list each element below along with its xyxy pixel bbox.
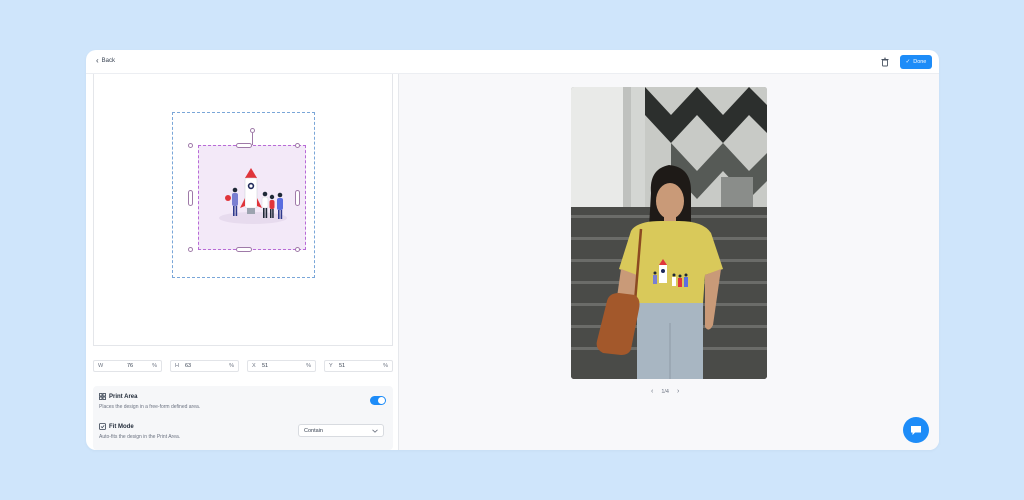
check-icon: ✓ [905,59,911,65]
preview-pager: ‹ 1/4 › [651,388,679,395]
resize-handle-left[interactable] [188,190,193,206]
resize-handle-top-right[interactable] [295,143,300,148]
fit-mode-description: Auto-fits the design in the Print Area. [99,434,181,440]
placement-options: Print Area Places the design in a free-f… [93,386,393,450]
resize-handle-right[interactable] [295,190,300,206]
fit-mode-icon [99,423,106,430]
design-canvas[interactable] [93,74,393,346]
x-label: X [252,363,256,369]
resize-handle-top-left[interactable] [188,143,193,148]
print-area-description: Places the design in a free-form defined… [99,404,201,410]
fit-mode-selected: Contain [304,427,323,434]
fit-mode-title: Fit Mode [99,423,134,430]
rocket-team-illustration [219,168,287,224]
chevron-left-icon: ‹ [96,56,99,65]
back-button[interactable]: ‹ Back [96,57,115,65]
y-field[interactable]: Y 51 % [324,360,393,372]
y-value: 51 [339,363,346,369]
chat-icon [911,425,921,435]
rotate-handle[interactable] [250,128,255,133]
resize-handle-bottom-right[interactable] [295,247,300,252]
print-area-title: Print Area [99,393,137,400]
chevron-down-icon [372,429,378,433]
print-area-toggle[interactable] [370,396,386,405]
dimension-fields: W 76 % H 63 % X 51 % Y 51 % [93,360,393,372]
y-unit: % [383,363,388,369]
resize-handle-top[interactable] [236,143,252,148]
height-label: H [175,363,179,369]
height-unit: % [229,363,234,369]
x-value: 51 [262,363,269,369]
trash-icon[interactable] [880,57,890,67]
mockup-photo [571,87,767,379]
resize-handle-bottom[interactable] [236,247,252,252]
width-field[interactable]: W 76 % [93,360,162,372]
done-button[interactable]: ✓ Done [900,55,932,69]
width-label: W [98,363,104,369]
page-indicator: 1/4 [661,388,669,395]
chevron-left-icon[interactable]: ‹ [651,388,653,395]
print-area-label: Print Area [109,393,138,400]
width-unit: % [152,363,157,369]
x-field[interactable]: X 51 % [247,360,316,372]
fit-mode-label: Fit Mode [109,423,134,430]
editor-panel: W 76 % H 63 % X 51 % Y 51 % Print Area P… [86,74,399,450]
height-value: 63 [185,363,192,369]
width-value: 76 [126,363,134,369]
editor-window: ‹ Back ✓ Done W 76 % H 63 % X 51 % Y 51 … [86,50,939,450]
chevron-right-icon[interactable]: › [677,388,679,395]
top-bar: ‹ Back ✓ Done [86,50,939,74]
back-label: Back [101,58,116,64]
done-label: Done [913,59,927,65]
fit-mode-select[interactable]: Contain [298,424,384,437]
print-area-icon [99,393,106,400]
model-tshirt-photo [571,87,767,379]
resize-handle-bottom-left[interactable] [188,247,193,252]
design-layer[interactable] [198,145,306,250]
x-unit: % [306,363,311,369]
height-field[interactable]: H 63 % [170,360,239,372]
y-label: Y [329,363,333,369]
rotate-stem [252,133,253,145]
chat-button[interactable] [903,417,929,443]
preview-panel: ‹ 1/4 › [399,74,939,450]
